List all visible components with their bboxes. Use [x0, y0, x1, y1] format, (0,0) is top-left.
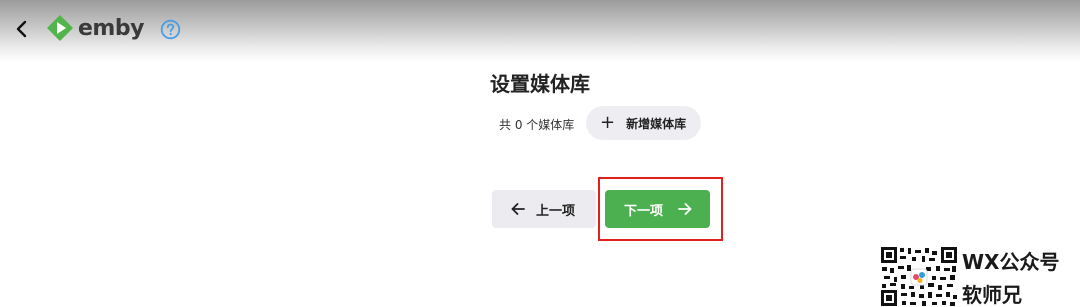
library-count-text: 共 0 个媒体库 — [499, 118, 575, 132]
qr-code-image — [880, 246, 958, 307]
highlight-box — [598, 177, 723, 241]
emby-logo-icon — [47, 15, 73, 41]
question-circle-icon — [160, 19, 181, 40]
add-library-button[interactable]: + 新增媒体库 — [586, 106, 701, 140]
add-library-label: 新增媒体库 — [626, 116, 687, 131]
watermark-line1: WX公众号 — [962, 250, 1060, 274]
arrow-left-icon — [511, 203, 525, 215]
help-button[interactable] — [160, 19, 181, 40]
top-bar: emby — [0, 0, 1080, 62]
logo-text: emby — [78, 15, 144, 41]
page-title: 设置媒体库 — [490, 72, 590, 96]
setup-page: emby 设置媒体库 共 0 个媒体库 + 新增媒体库 上一项 下一项 WX公众… — [0, 0, 1080, 307]
watermark-line2: 软师兄 — [962, 283, 1022, 307]
back-button[interactable] — [8, 16, 34, 42]
previous-button[interactable]: 上一项 — [492, 190, 596, 228]
plus-icon: + — [600, 112, 616, 133]
emby-logo: emby — [46, 14, 144, 42]
previous-label: 上一项 — [536, 203, 576, 219]
chevron-left-icon — [16, 20, 27, 38]
